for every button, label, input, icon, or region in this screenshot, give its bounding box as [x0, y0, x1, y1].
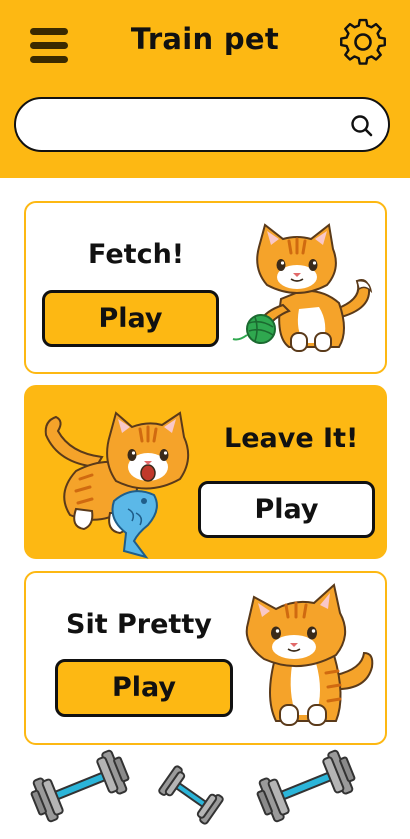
gear-icon: [340, 18, 386, 65]
dumbbell-icon[interactable]: [256, 748, 356, 824]
dumbbell-icon[interactable]: [156, 764, 226, 826]
menu-icon-bar: [30, 56, 68, 63]
dumbbell-icon[interactable]: [30, 748, 130, 824]
search-icon[interactable]: [349, 113, 375, 139]
play-button[interactable]: Play: [198, 481, 375, 538]
header: Train pet: [0, 0, 410, 178]
sitting-cat-illustration: [245, 583, 374, 726]
settings-button[interactable]: [338, 17, 388, 67]
card-title: Fetch!: [88, 239, 185, 270]
exercise-card-sit-pretty: Sit Pretty Play: [24, 571, 387, 745]
card-title: Leave It!: [224, 423, 359, 454]
exercise-card-leave-it: Leave It! Play: [24, 385, 387, 559]
play-button[interactable]: Play: [55, 659, 233, 717]
play-button[interactable]: Play: [42, 290, 219, 347]
exercise-card-fetch: Fetch! Play: [24, 201, 387, 374]
app-screen: Train pet Fetch! Play Leave It! Play Sit…: [0, 0, 410, 839]
search-bar[interactable]: [14, 97, 390, 152]
card-title: Sit Pretty: [66, 609, 212, 640]
search-input[interactable]: [36, 107, 340, 143]
cat-with-fish-illustration: [44, 411, 190, 559]
cat-with-yarn-ball-illustration: [232, 223, 373, 352]
